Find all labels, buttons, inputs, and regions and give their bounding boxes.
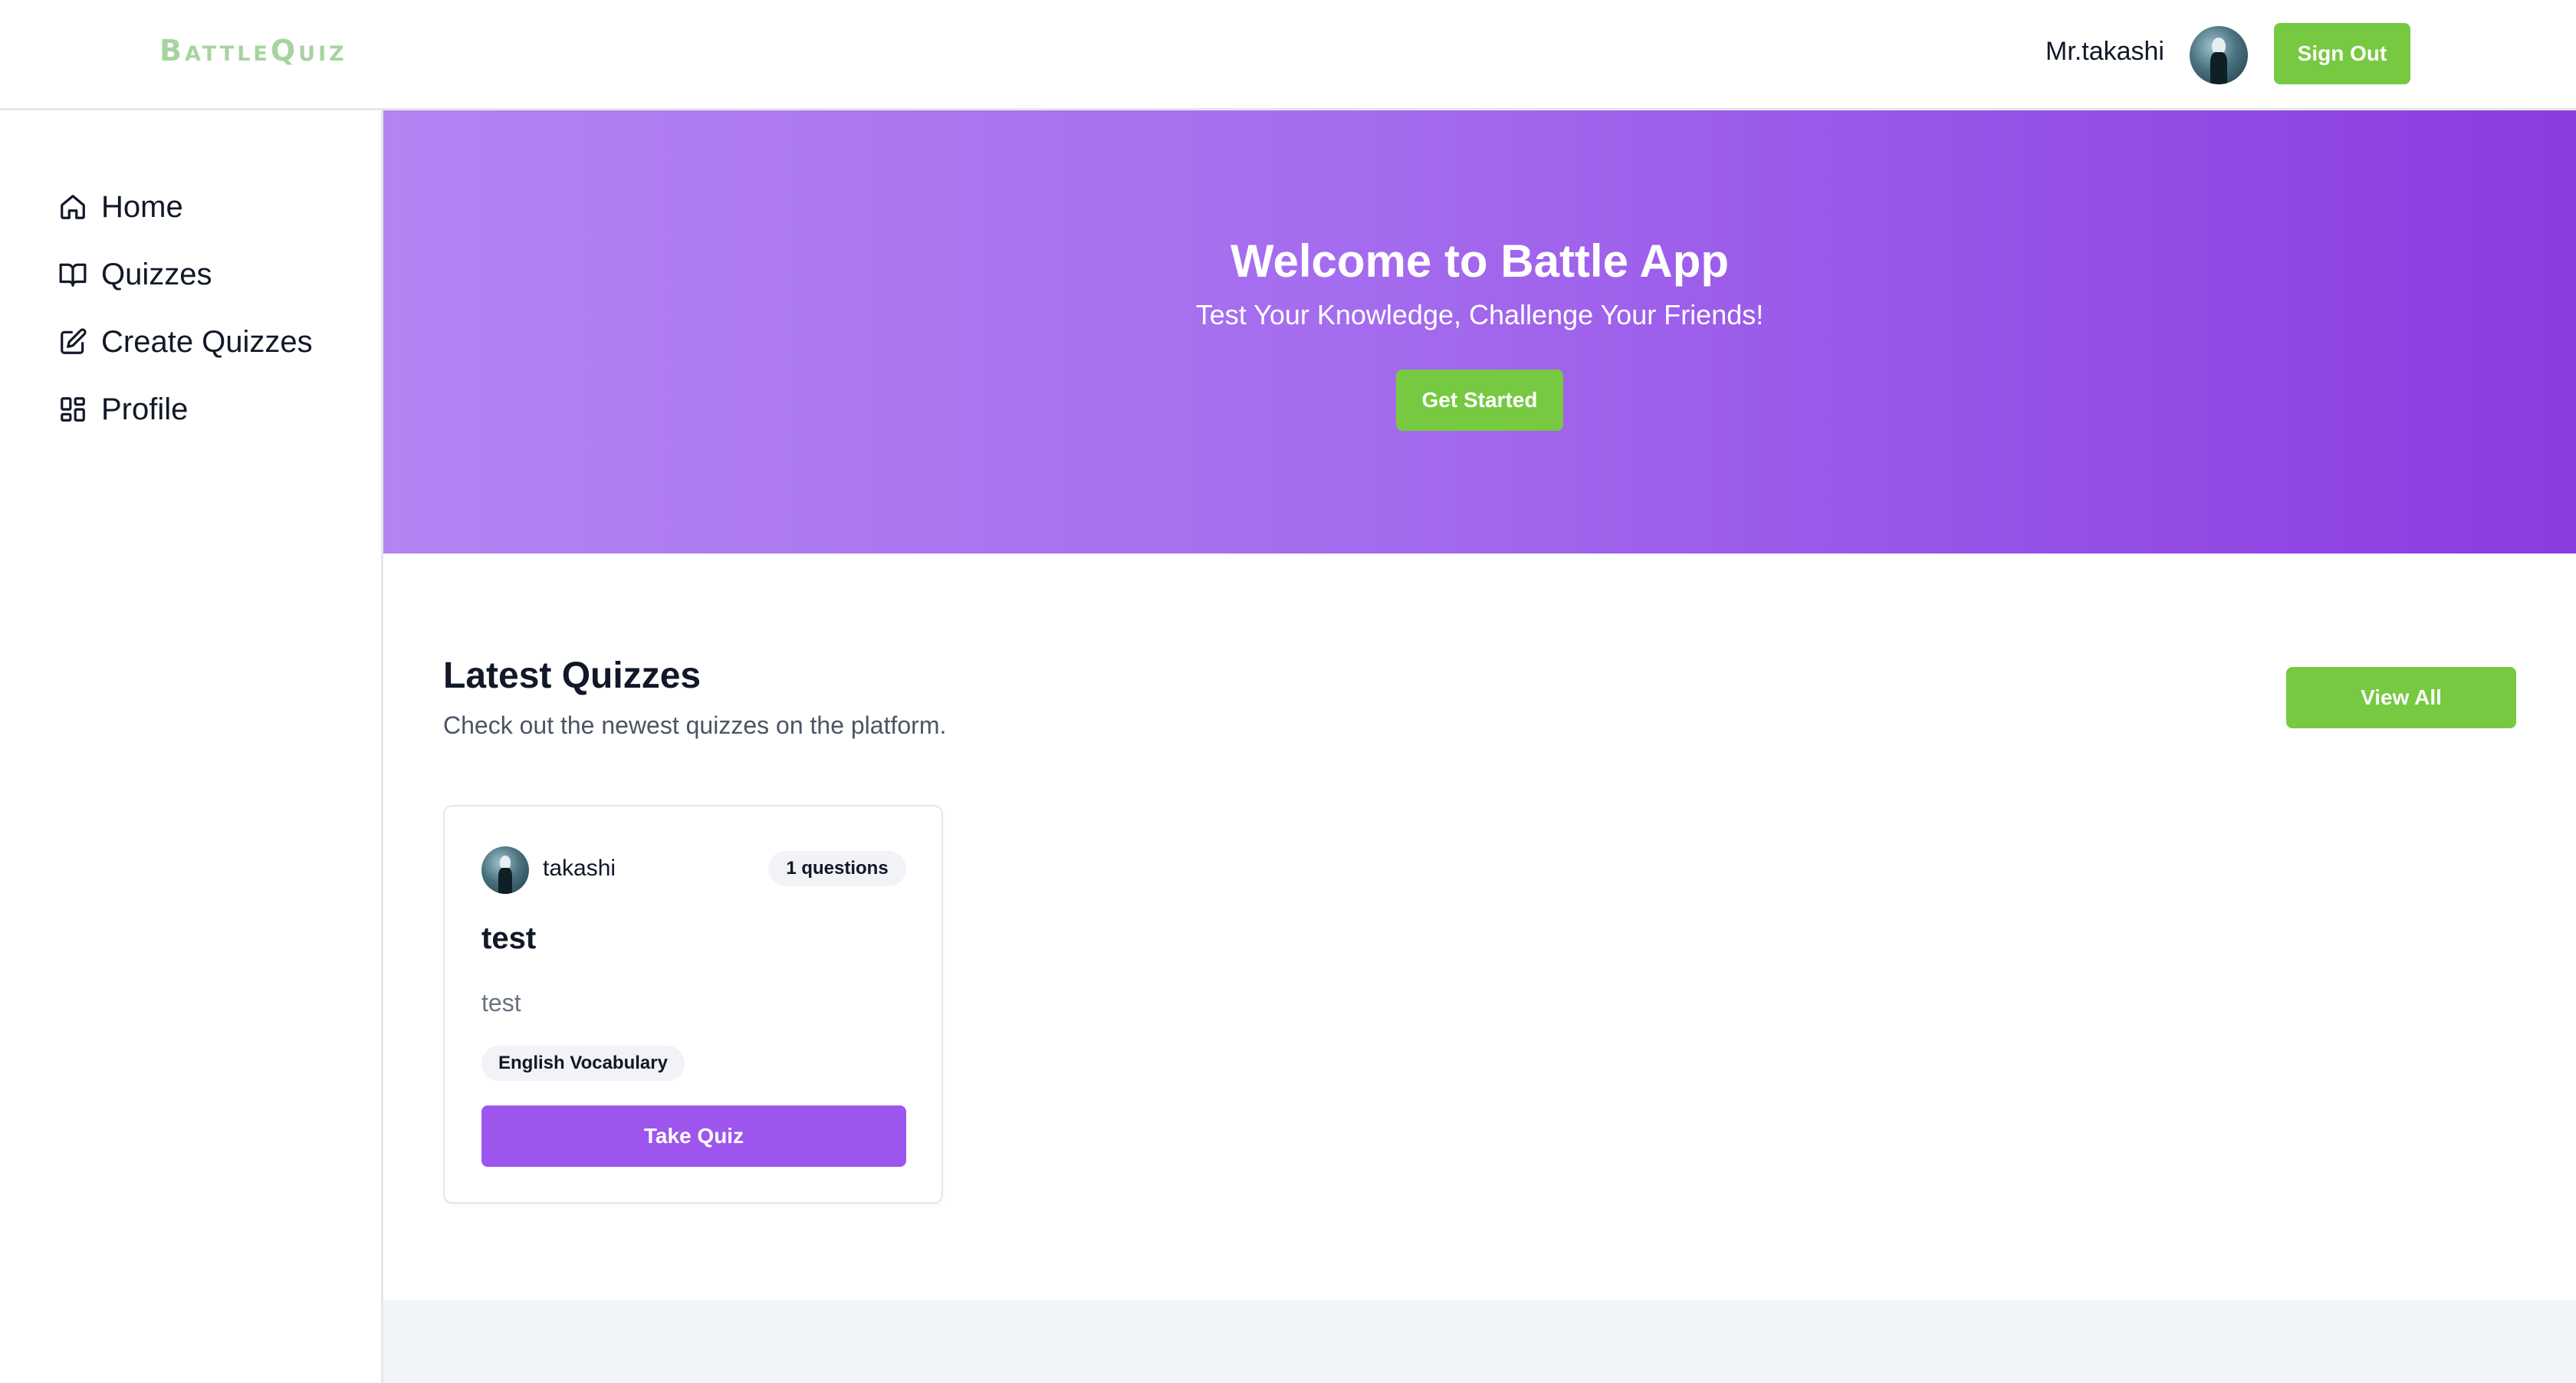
sidebar-item-label: Create Quizzes — [101, 324, 313, 359]
user-name: Mr.takashi — [2045, 37, 2164, 66]
hero-title: Welcome to Battle App — [1230, 235, 1730, 287]
book-open-icon — [59, 263, 87, 287]
sidebar-item-label: Profile — [101, 392, 189, 426]
home-icon — [61, 195, 85, 219]
sidebar-item-label: Quizzes — [101, 257, 212, 291]
user-avatar[interactable] — [2190, 26, 2248, 84]
view-all-button[interactable]: View All — [2286, 667, 2516, 728]
category-tag: English Vocabulary — [481, 1046, 685, 1081]
quiz-card: takashi 1 questions test test English Vo… — [443, 805, 943, 1204]
hero-subtitle: Test Your Knowledge, Challenge Your Frie… — [1195, 299, 1764, 330]
grid-icon — [61, 397, 85, 422]
section-subtitle: Check out the newest quizzes on the plat… — [443, 711, 947, 739]
sidebar-item-home[interactable]: Home — [58, 186, 183, 228]
section-title: Latest Quizzes — [443, 655, 702, 696]
sidebar: Home Quizzes Create Quizzes Profile — [0, 110, 383, 1383]
sidebar-item-label: Home — [101, 189, 183, 224]
edit-icon — [61, 328, 87, 354]
footer — [383, 1300, 2576, 1383]
take-quiz-button[interactable]: Take Quiz — [481, 1105, 906, 1167]
sidebar-item-quizzes[interactable]: Quizzes — [58, 253, 212, 296]
sidebar-item-profile[interactable]: Profile — [58, 388, 188, 431]
question-count-badge: 1 questions — [768, 851, 906, 886]
app-logo[interactable]: BattleQuiz — [159, 34, 347, 67]
quiz-description: test — [481, 989, 521, 1017]
quiz-title: test — [481, 921, 537, 955]
get-started-button[interactable]: Get Started — [1396, 370, 1563, 431]
hero-banner: Welcome to Battle App Test Your Knowledg… — [383, 110, 2576, 554]
sidebar-item-create-quizzes[interactable]: Create Quizzes — [58, 320, 313, 363]
author-avatar — [481, 846, 529, 894]
quiz-author: takashi — [543, 856, 616, 881]
top-header: BattleQuiz Mr.takashi Sign Out — [0, 0, 2576, 110]
sign-out-button[interactable]: Sign Out — [2274, 23, 2410, 84]
